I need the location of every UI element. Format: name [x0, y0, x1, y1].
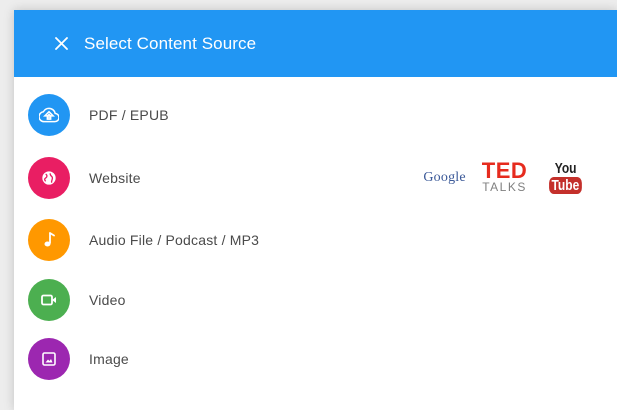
source-item-image[interactable]: Image [14, 329, 617, 388]
globe-icon [28, 156, 70, 199]
youtube-logo-bottom: Tube [549, 177, 582, 194]
close-button[interactable] [53, 36, 69, 52]
source-item-audio[interactable]: Audio File / Podcast / MP3 [14, 210, 617, 269]
youtube-logo: You Tube [545, 161, 586, 194]
source-item-video[interactable]: Video [14, 270, 617, 329]
ted-logo-subtext: TALKS [482, 180, 527, 194]
music-note-icon [28, 218, 70, 261]
source-label: Image [89, 350, 129, 367]
source-item-website[interactable]: Website Google TED TALKS You Tube [14, 148, 617, 207]
dialog-header: Select Content Source [14, 10, 617, 77]
image-icon [28, 337, 70, 380]
source-label: Video [89, 291, 126, 308]
close-icon[interactable] [54, 37, 68, 50]
video-camera-icon [28, 278, 70, 321]
ted-talks-logo: TED TALKS [481, 158, 528, 194]
source-label: Audio File / Podcast / MP3 [89, 231, 260, 248]
google-logo: Google [423, 169, 466, 185]
youtube-logo-top: You [554, 160, 577, 177]
source-item-pdf-epub[interactable]: PDF / EPUB [14, 85, 617, 144]
source-label: Website [89, 169, 141, 186]
content-source-dialog: Select Content Source PDF / EPUB Website [14, 10, 617, 410]
website-logos: Google TED TALKS You Tube [423, 148, 586, 207]
cloud-upload-icon [28, 93, 70, 136]
dialog-title: Select Content Source [84, 33, 257, 53]
source-label: PDF / EPUB [89, 106, 169, 123]
ted-logo-text: TED [481, 158, 528, 183]
